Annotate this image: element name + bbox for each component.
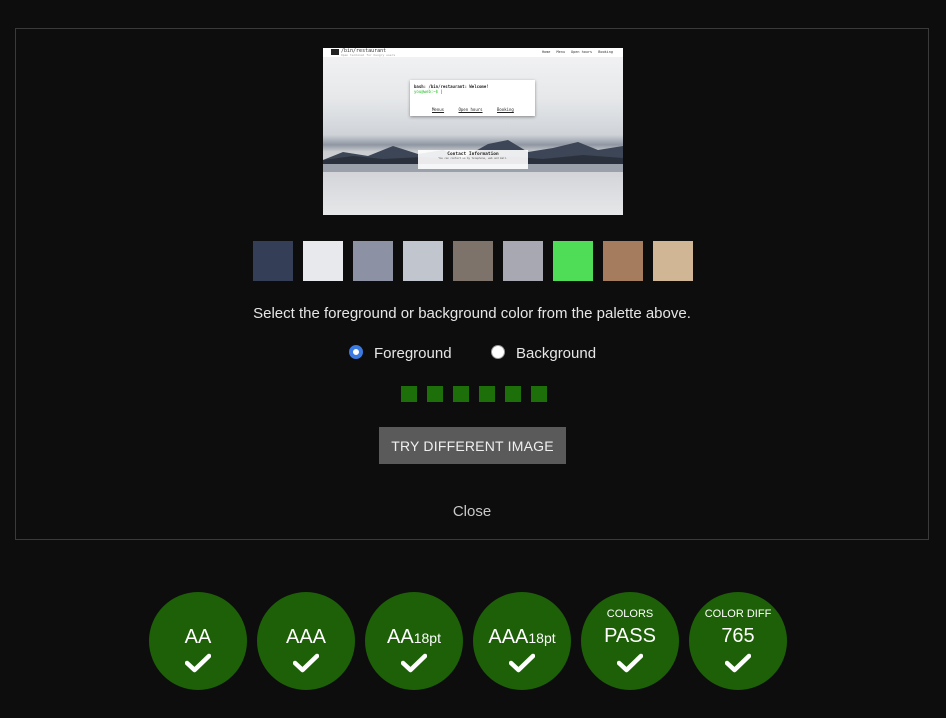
preview-image: /bin/restaurant Open terminal for hungry… [323, 48, 623, 215]
preview-nav-item: Booking [598, 50, 613, 54]
color-swatch[interactable] [653, 241, 693, 281]
preview-card-links: Menus Open hours Booking [432, 107, 526, 112]
background-radio-option[interactable]: Background [491, 344, 597, 362]
preview-nav-links: Home Menu Open hours Booking [538, 50, 613, 54]
check-icon [185, 653, 211, 673]
check-icon [617, 653, 643, 673]
preview-logo-icon [331, 49, 339, 55]
check-icon [293, 653, 319, 673]
color-palette [253, 241, 693, 281]
color-swatch[interactable] [453, 241, 493, 281]
selected-color-dot [531, 386, 547, 402]
selected-color-dot [453, 386, 469, 402]
check-icon [725, 653, 751, 673]
result-badge-caption: COLOR DIFF [704, 608, 772, 620]
color-swatch[interactable] [353, 241, 393, 281]
selected-color-dot [505, 386, 521, 402]
foreground-label: Foreground [374, 345, 452, 362]
result-badge-value: AAA [488, 626, 529, 648]
color-swatch[interactable] [503, 241, 543, 281]
result-badge-label: 765 [689, 625, 787, 648]
preview-contact-card: Contact Information You can contact us b… [418, 150, 528, 169]
result-badge: AAA [257, 592, 355, 690]
foreground-radio[interactable] [349, 344, 363, 359]
preview-card-prompt: you@web:~$ | [414, 89, 443, 94]
background-label: Background [516, 345, 597, 362]
preview-card-link: Menus [432, 107, 445, 112]
color-swatch[interactable] [253, 241, 293, 281]
result-badge: COLOR DIFF 765 [689, 592, 787, 690]
result-badge: COLORS PASS [581, 592, 679, 690]
check-icon [509, 653, 535, 673]
result-badge-label: PASS [581, 625, 679, 648]
selected-color-indicator [401, 386, 547, 402]
preview-nav-item: Home [541, 50, 551, 54]
contrast-results: AA AAA AA18pt AAA18pt COLORS PASS COLOR DIFF 76… [149, 592, 787, 690]
instruction-text: Select the foreground or background colo… [253, 305, 691, 322]
preview-nav-item: Menu [556, 50, 565, 54]
result-badge-label: AA [149, 626, 247, 649]
result-badge-suffix: 18pt [528, 630, 556, 646]
preview-nav: /bin/restaurant Open terminal for hungry… [323, 48, 623, 57]
selected-color-dot [479, 386, 495, 402]
result-badge-suffix: 18pt [413, 630, 441, 646]
preview-contact-text: You can contact us by telephone, web and… [438, 157, 508, 160]
close-link[interactable]: Close [16, 503, 928, 520]
result-badge-value: AA [184, 626, 212, 648]
preview-card-link: Booking [496, 107, 514, 112]
preview-site-tagline: Open terminal for hungry users [341, 53, 396, 57]
result-badge-label: AAA18pt [473, 626, 571, 649]
preview-card-link: Open hours [458, 107, 483, 112]
color-picker-panel: /bin/restaurant Open terminal for hungry… [15, 28, 929, 540]
selected-color-dot [401, 386, 417, 402]
preview-welcome-card: bash: /bin/restaurant: Welcome! you@web:… [410, 80, 535, 116]
check-icon [401, 653, 427, 673]
selected-color-dot [427, 386, 443, 402]
color-swatch[interactable] [553, 241, 593, 281]
result-badge-value: AA [387, 626, 414, 648]
result-badge-value: AAA [285, 626, 327, 648]
foreground-radio-option[interactable]: Foreground [349, 344, 452, 362]
result-badge-label: AA18pt [365, 626, 463, 649]
color-swatch[interactable] [303, 241, 343, 281]
try-different-image-button[interactable]: TRY DIFFERENT IMAGE [379, 427, 566, 464]
background-radio[interactable] [491, 344, 505, 359]
result-badge-label: AAA [257, 626, 355, 649]
result-badge: AA [149, 592, 247, 690]
color-swatch[interactable] [403, 241, 443, 281]
result-badge-value: 765 [721, 625, 755, 647]
result-badge: AAA18pt [473, 592, 571, 690]
color-swatch[interactable] [603, 241, 643, 281]
result-badge-caption: COLORS [606, 608, 654, 620]
preview-nav-item: Open hours [571, 50, 593, 54]
result-badge-value: PASS [604, 625, 656, 647]
result-badge: AA18pt [365, 592, 463, 690]
